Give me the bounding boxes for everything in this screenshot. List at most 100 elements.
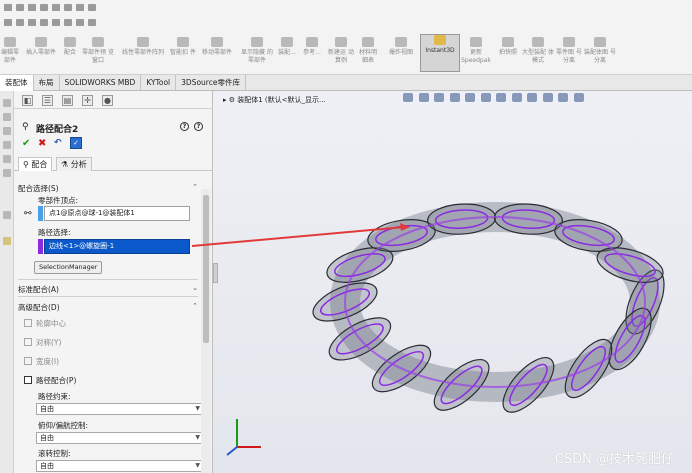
section-standard-mates[interactable]: 标准配合(A): [18, 284, 59, 295]
linear-pattern-button[interactable]: 线性零部件阵列: [116, 37, 170, 57]
undo-button[interactable]: ↶: [54, 138, 62, 148]
section-advanced-mates[interactable]: 高级配合(D): [18, 302, 60, 313]
width-icon: [24, 357, 32, 365]
strip-tool-icon[interactable]: [3, 155, 11, 163]
move-component-button[interactable]: 移动零部件: [198, 37, 236, 57]
component-preview-button[interactable]: 零部件预 览窗口: [82, 37, 114, 65]
bom-button[interactable]: 材料明 细表: [356, 37, 380, 65]
display-manager-icon[interactable]: ●: [102, 95, 113, 106]
part-number-split-button[interactable]: 零件图 号分离: [556, 37, 582, 65]
pitch-label: 俯仰/偏航控制:: [38, 421, 89, 430]
section-divider: [18, 296, 198, 297]
width-option[interactable]: 宽度(I): [24, 356, 59, 367]
watermark: CSDN @技术死肥仔: [554, 452, 674, 467]
profile-center-option[interactable]: 轮廓中心: [24, 318, 66, 329]
strip-tool-icon[interactable]: [3, 99, 11, 107]
print-icon[interactable]: [40, 4, 48, 11]
open-icon[interactable]: [16, 4, 24, 11]
strip-tool-icon[interactable]: [3, 211, 11, 219]
instant3d-icon: [434, 35, 446, 45]
redo-icon[interactable]: [64, 4, 72, 11]
strip-tool-icon[interactable]: [3, 141, 11, 149]
symmetric-option[interactable]: 对称(Y): [24, 337, 61, 348]
collapse-chevron-icon[interactable]: ⌃: [192, 183, 198, 191]
selection-manager-button[interactable]: SelectionManager: [34, 261, 103, 274]
large-assembly-icon: [532, 37, 544, 47]
smart-dim-icon[interactable]: [28, 19, 36, 26]
insert-component-icon: [35, 37, 47, 47]
path-label: 路径选择:: [38, 228, 71, 237]
update-speedpak-button[interactable]: 更新 Speedpak: [460, 37, 492, 65]
select-icon[interactable]: [76, 4, 84, 11]
chevron-down-icon: ▼: [195, 462, 200, 469]
pitch-yaw-select[interactable]: 自由 ▼: [36, 432, 204, 444]
insert-component-button[interactable]: 插入零部件: [22, 37, 60, 57]
rebuild-icon[interactable]: [4, 19, 12, 26]
tab-assembly[interactable]: 装配体: [0, 75, 34, 91]
assembly-number-split-button[interactable]: 装配体图 号分离: [584, 37, 616, 65]
strip-tool-icon[interactable]: [3, 169, 11, 177]
strip-tool-icon[interactable]: [3, 127, 11, 135]
sketch-icon[interactable]: [16, 19, 24, 26]
path-constraint-select[interactable]: 自由 ▼: [36, 403, 204, 415]
tab-analysis[interactable]: ⚗ 分析: [56, 157, 92, 171]
cube-icon[interactable]: [88, 19, 96, 26]
tab-kytool[interactable]: KYTool: [141, 75, 177, 91]
new-motion-study-button[interactable]: 新建运 动算例: [328, 37, 354, 65]
scroll-thumb[interactable]: [203, 195, 209, 343]
collapse-chevron-icon[interactable]: ⌃: [192, 302, 198, 310]
pm-scrollbar[interactable]: [201, 189, 211, 473]
section-mate-selection[interactable]: 配合选择(S): [18, 183, 59, 194]
section-divider: [18, 279, 198, 280]
config-manager-icon[interactable]: ▤: [62, 95, 73, 106]
path-field[interactable]: 边线<1>@螺旋圈-1: [44, 239, 190, 254]
help-icon[interactable]: ?: [180, 122, 189, 131]
model-canvas[interactable]: [213, 91, 692, 473]
tab-mbd[interactable]: SOLIDWORKS MBD: [60, 75, 142, 91]
pm-tab-bar: ◧ ☰ ▤ ✛ ●: [14, 91, 213, 109]
mate-icon: [64, 37, 76, 47]
strip-tool-icon[interactable]: [3, 237, 11, 245]
show-hidden-button[interactable]: 显示隐藏 的零部件: [240, 37, 274, 65]
line-icon[interactable]: [40, 19, 48, 26]
cancel-button[interactable]: ✖: [38, 138, 46, 149]
assembly-features-button[interactable]: 装配...: [276, 37, 298, 57]
instant3d-button[interactable]: Instant3D: [420, 34, 460, 72]
chevron-down-icon: ▼: [195, 405, 200, 412]
undo-icon[interactable]: [52, 4, 60, 11]
show-hidden-icon: [251, 37, 263, 47]
tab-mate[interactable]: ⚲ 配合: [18, 157, 53, 171]
assembly-split-icon: [594, 37, 606, 47]
dimxpert-icon[interactable]: ✛: [82, 95, 93, 106]
snapshot-button[interactable]: 拍快照: [496, 37, 520, 57]
settings-icon[interactable]: [64, 19, 72, 26]
edit-component-button[interactable]: 编辑零 部件: [0, 37, 20, 65]
exploded-view-button[interactable]: 爆炸视图: [384, 37, 418, 57]
pin-button[interactable]: ✓: [70, 137, 82, 149]
whats-wrong-icon[interactable]: ?: [194, 122, 203, 131]
mate-button[interactable]: 配合: [60, 37, 80, 57]
options-icon[interactable]: [88, 4, 96, 11]
reference-geometry-button[interactable]: 参考...: [300, 37, 324, 57]
expand-chevron-icon[interactable]: ⌄: [192, 284, 198, 292]
graphics-viewport[interactable]: ▸ ⚙ 装配体1 (默认<默认_显示... CSDN @技术死肥仔: [213, 91, 692, 473]
tab-3dsource[interactable]: 3DSource零件库: [176, 75, 246, 91]
circle-icon[interactable]: [52, 19, 60, 26]
left-icon-strip: [0, 91, 14, 473]
roll-control-select[interactable]: 自由 ▼: [36, 460, 204, 472]
feature-tree-icon[interactable]: ◧: [22, 95, 33, 106]
vertex-field[interactable]: 点1@原点@球-1@装配体1: [44, 206, 190, 221]
coil-model[interactable]: [308, 202, 672, 420]
grid-icon[interactable]: [76, 19, 84, 26]
move-icon: [211, 37, 223, 47]
smart-fastener-button[interactable]: 智能扣 件: [170, 37, 196, 57]
property-manager-icon[interactable]: ☰: [42, 95, 53, 106]
save-icon[interactable]: [28, 4, 36, 11]
path-mate-option[interactable]: 路径配合(P): [24, 375, 76, 386]
ok-button[interactable]: ✔: [22, 138, 30, 149]
new-icon[interactable]: [4, 4, 12, 11]
strip-tool-icon[interactable]: [3, 113, 11, 121]
tab-layout[interactable]: 布局: [34, 75, 60, 91]
large-assembly-button[interactable]: 大型装配 体模式: [522, 37, 554, 65]
constraint-label: 路径约束:: [38, 392, 71, 401]
